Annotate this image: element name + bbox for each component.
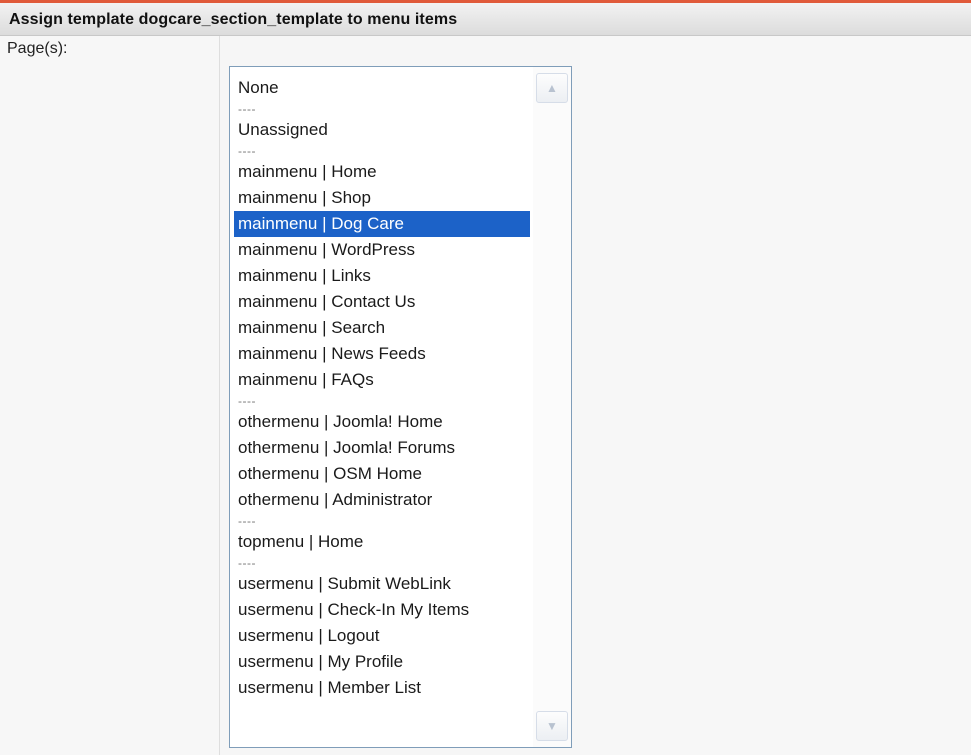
- list-option[interactable]: usermenu | Logout: [230, 623, 530, 649]
- empty-cell: [580, 36, 971, 755]
- list-option[interactable]: othermenu | Joomla! Forums: [230, 435, 530, 461]
- list-option[interactable]: usermenu | My Profile: [230, 649, 530, 675]
- list-option[interactable]: usermenu | Member List: [230, 675, 530, 701]
- chevron-down-icon: ▼: [546, 719, 558, 733]
- list-separator: ----: [238, 514, 256, 528]
- pages-label: Page(s):: [7, 40, 68, 57]
- list-scrollbar[interactable]: ▲ ▼: [533, 67, 571, 747]
- list-option[interactable]: mainmenu | Contact Us: [230, 289, 530, 315]
- list-option[interactable]: mainmenu | Dog Care: [234, 211, 530, 237]
- list-option[interactable]: None: [230, 75, 530, 101]
- scroll-down-button[interactable]: ▼: [536, 711, 568, 741]
- section-header: Assign template dogcare_section_template…: [0, 3, 971, 36]
- list-option[interactable]: usermenu | Submit WebLink: [230, 571, 530, 597]
- list-option[interactable]: othermenu | Joomla! Home: [230, 409, 530, 435]
- list-option[interactable]: mainmenu | Home: [230, 159, 530, 185]
- pages-multiselect[interactable]: None ---- Unassigned ---- mainmenu | Home mai…: [229, 66, 572, 748]
- section-title: Assign template dogcare_section_template…: [9, 11, 458, 28]
- list-option[interactable]: topmenu | Home: [230, 529, 530, 555]
- chevron-up-icon: ▲: [546, 81, 558, 95]
- list-separator: ----: [238, 556, 256, 570]
- pages-options-list: None ---- Unassigned ---- mainmenu | Home mai…: [230, 75, 530, 701]
- list-option[interactable]: usermenu | Check-In My Items: [230, 597, 530, 623]
- list-option[interactable]: othermenu | Administrator: [230, 487, 530, 513]
- list-option[interactable]: mainmenu | Shop: [230, 185, 530, 211]
- list-option[interactable]: mainmenu | Search: [230, 315, 530, 341]
- label-cell: [0, 36, 220, 755]
- list-option[interactable]: mainmenu | Links: [230, 263, 530, 289]
- list-option[interactable]: mainmenu | WordPress: [230, 237, 530, 263]
- list-option[interactable]: Unassigned: [230, 117, 530, 143]
- list-separator: ----: [238, 102, 256, 116]
- list-option[interactable]: mainmenu | FAQs: [230, 367, 530, 393]
- list-option[interactable]: mainmenu | News Feeds: [230, 341, 530, 367]
- scroll-up-button[interactable]: ▲: [536, 73, 568, 103]
- list-separator: ----: [238, 144, 256, 158]
- list-separator: ----: [238, 394, 256, 408]
- list-option[interactable]: othermenu | OSM Home: [230, 461, 530, 487]
